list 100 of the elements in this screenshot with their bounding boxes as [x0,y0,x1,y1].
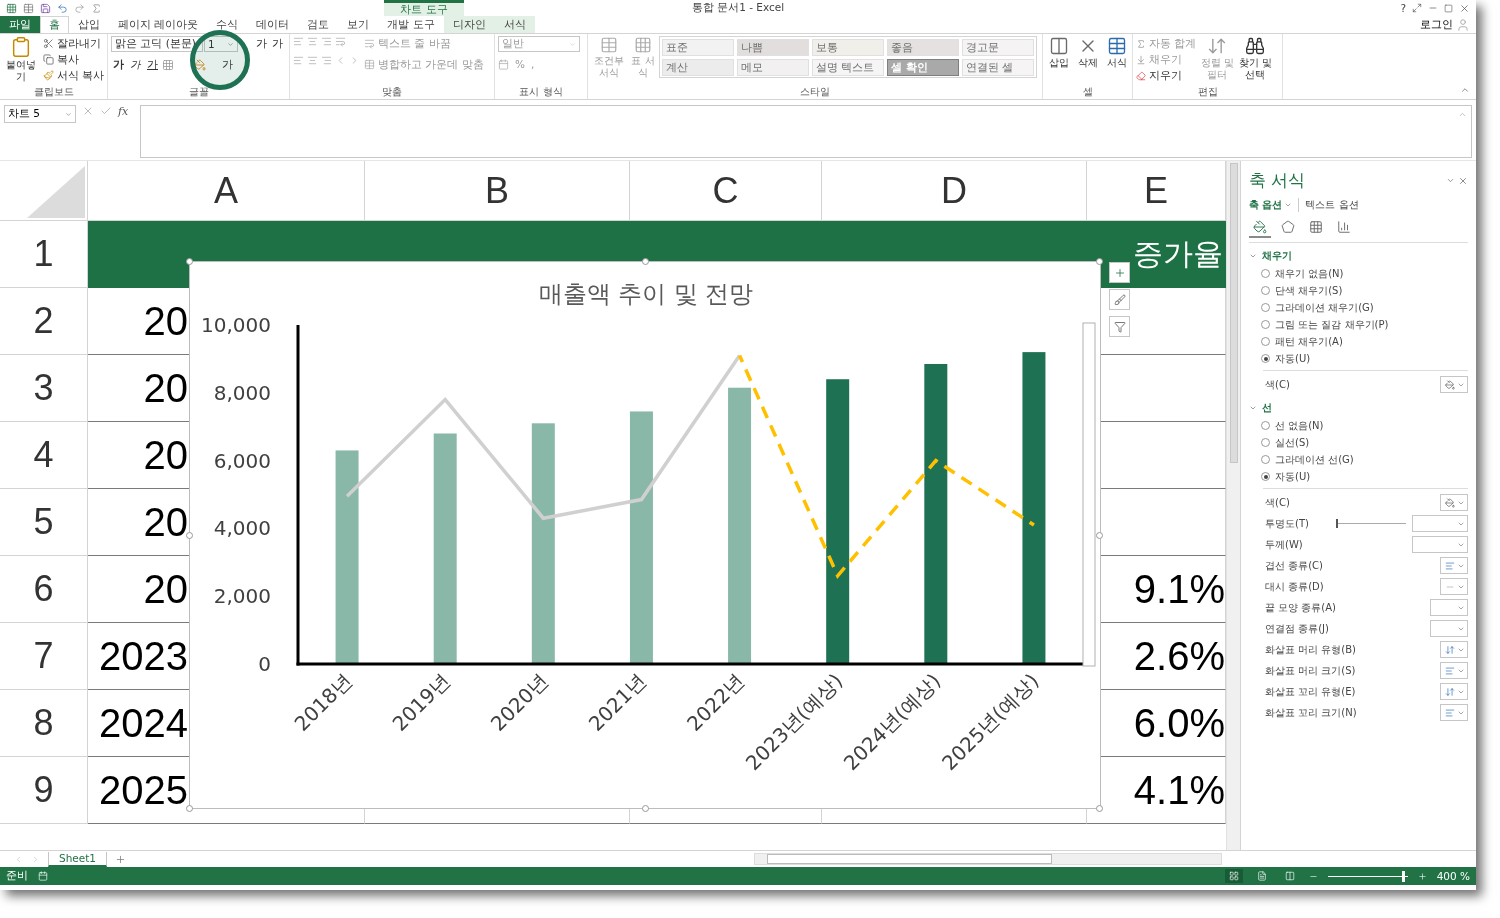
resize-handle[interactable] [186,805,193,812]
cells-button[interactable]: 삽입 [1046,36,1071,85]
radio-option[interactable]: 자동(U) [1249,350,1468,367]
section-header[interactable]: 선 [1249,399,1468,417]
radio-option[interactable]: 채우기 없음(N) [1249,265,1468,282]
save-icon[interactable] [40,2,51,14]
font-style-button[interactable]: 가 [111,58,126,72]
scroll-right-icon[interactable] [31,854,40,864]
close-icon[interactable] [1458,175,1468,186]
line-style-picker[interactable] [1440,662,1468,679]
table-icon[interactable] [23,2,34,14]
font-style-button[interactable]: 가 [128,58,143,72]
pane-tab[interactable]: 텍스트 옵션 [1305,198,1365,212]
font-style-button[interactable]: 가 [145,58,160,72]
horizontal-scrollbar[interactable] [754,853,1223,865]
zoom-level[interactable]: 400 % [1436,870,1470,882]
resize-handle[interactable] [1096,532,1103,539]
line-style-picker[interactable] [1440,557,1468,574]
radio-option[interactable]: 단색 채우기(S) [1249,282,1468,299]
cells-button[interactable]: 삭제 [1075,36,1100,85]
dropdown[interactable] [1430,620,1468,637]
scroll-left-icon[interactable] [14,854,23,864]
zoom-thumb[interactable] [1401,870,1405,882]
sum-icon[interactable] [91,2,102,14]
ribbon-tab[interactable]: 파일 [0,16,40,33]
enter-icon[interactable] [100,105,112,117]
name-box[interactable]: 차트 5 [4,105,76,123]
resize-handle[interactable] [642,805,649,812]
fill-color-icon[interactable] [194,59,206,71]
border-icon[interactable] [162,59,174,71]
radio-option[interactable]: 자동(U) [1249,468,1468,485]
chart-styles-button[interactable] [1109,289,1130,310]
pane-icon-tab[interactable] [1249,218,1271,238]
ribbon-tab[interactable]: 홈 [40,16,69,33]
zoom-in-icon[interactable] [1417,871,1427,881]
excel-logo-icon[interactable] [6,2,17,14]
pane-tab[interactable]: 축 옵션 [1249,198,1300,212]
collapse-ribbon-icon[interactable] [1460,85,1470,95]
radio-option[interactable]: 그림 또는 질감 채우기(P) [1249,316,1468,333]
resize-handle[interactable] [1096,258,1103,265]
sign-in-link[interactable]: 로그인 [1420,17,1453,32]
editing-button[interactable]: 찾기 및 선택 [1238,36,1273,85]
zoom-slider[interactable] [1327,870,1408,882]
radio-option[interactable]: 실선(S) [1249,434,1468,451]
font-color-button[interactable]: 가 [220,58,235,72]
ribbon-tab[interactable]: 페이지 레이아웃 [109,16,208,33]
resize-handle[interactable] [642,258,649,265]
select-all-icon[interactable] [27,166,85,218]
arrow-picker[interactable] [1440,641,1468,658]
restore-icon[interactable] [1444,3,1453,13]
axis-selection[interactable] [1082,322,1096,667]
arrow-picker[interactable] [1440,683,1468,700]
font-name-field[interactable]: 맑은 고딕 (본문) [111,36,203,52]
ribbon-tab[interactable]: 삽입 [69,16,109,33]
pane-menu-icon[interactable] [1446,176,1455,185]
ribbon-tab[interactable]: 서식 [494,16,535,33]
paste-button[interactable]: 붙여넣기 [3,36,39,85]
color-picker[interactable] [1440,376,1468,393]
color-picker[interactable] [1440,494,1468,511]
resize-handle[interactable] [186,532,193,539]
avatar-icon[interactable] [1456,17,1470,32]
spin-field[interactable] [1412,515,1468,532]
ribbon-tab[interactable]: 데이터 [247,16,299,33]
clipboard-button[interactable]: 서식 복사 [42,68,104,83]
view-button[interactable] [1224,869,1243,883]
ribbon-tab[interactable]: 보기 [338,16,379,33]
close-icon[interactable] [1459,2,1470,14]
redo-icon[interactable] [74,2,85,14]
dash-picker[interactable] [1440,578,1468,595]
insert-function-button[interactable]: fx [118,105,129,118]
font-size-button[interactable]: 가 [254,37,269,51]
ribbon-display-icon[interactable] [1412,3,1422,13]
ribbon-tab[interactable]: 수식 [207,16,248,33]
line-style-picker[interactable] [1440,704,1468,721]
add-sheet-icon[interactable] [115,853,127,865]
editing-button[interactable]: 지우기 [1136,68,1197,83]
radio-option[interactable]: 선 없음(N) [1249,417,1468,434]
undo-icon[interactable] [57,2,68,14]
formula-input[interactable] [140,105,1472,158]
radio-option[interactable]: 그라데이션 채우기(G) [1249,299,1468,316]
help-button[interactable]: ? [1400,2,1406,14]
ribbon-tab[interactable]: 디자인 [443,16,495,33]
ribbon-tab[interactable]: 개발 도구 [378,16,444,33]
resize-handle[interactable] [1096,805,1103,812]
radio-option[interactable]: 패턴 채우기(A) [1249,333,1468,350]
clipboard-button[interactable]: 복사 [42,52,104,67]
radio-option[interactable]: 그라데이션 선(G) [1249,451,1468,468]
dropdown[interactable] [1430,599,1468,616]
vertical-scrollbar[interactable] [1226,161,1240,850]
clipboard-button[interactable]: 잘라내기 [42,36,104,51]
section-header[interactable]: 채우기 [1249,247,1468,265]
spin-field[interactable] [1412,536,1468,553]
sheet-tab[interactable]: Sheet1 [48,851,108,867]
ribbon-tab[interactable]: 검토 [298,16,339,33]
resize-handle[interactable] [186,258,193,265]
font-size-button[interactable]: 가 [270,37,285,51]
chart-filters-button[interactable] [1109,316,1130,337]
cancel-icon[interactable] [82,105,94,117]
cells-button[interactable]: 서식 [1104,36,1129,85]
chart-elements-button[interactable] [1109,262,1130,283]
